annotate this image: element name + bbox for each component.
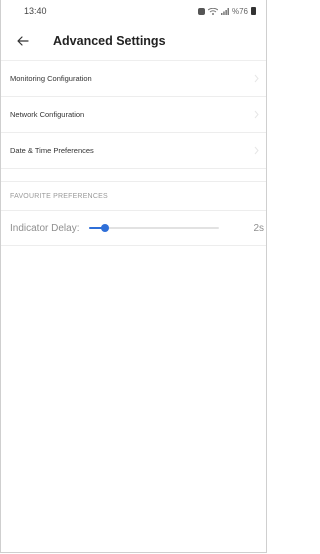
indicator-delay-label: Indicator Delay: bbox=[10, 222, 80, 234]
menu-item-label: Network Configuration bbox=[10, 110, 85, 119]
indicator-delay-row: Indicator Delay: 2s bbox=[1, 211, 266, 246]
battery-percent: %76 bbox=[231, 6, 248, 16]
arrow-left-icon bbox=[17, 36, 29, 46]
menu-item-monitoring-configuration[interactable]: Monitoring Configuration bbox=[1, 61, 266, 97]
settings-menu: Monitoring Configuration Network Configu… bbox=[1, 61, 266, 169]
menu-item-label: Date & Time Preferences bbox=[10, 146, 94, 155]
indicator-delay-value: 2s bbox=[253, 222, 264, 234]
chevron-right-icon bbox=[252, 110, 260, 120]
chevron-right-icon bbox=[252, 74, 260, 84]
app-bar: Advanced Settings bbox=[1, 22, 266, 61]
chevron-right-icon bbox=[252, 146, 260, 156]
back-button[interactable] bbox=[11, 29, 35, 53]
battery-icon bbox=[251, 7, 256, 15]
menu-item-network-configuration[interactable]: Network Configuration bbox=[1, 97, 266, 133]
section-spacer bbox=[1, 169, 266, 181]
notification-icon bbox=[197, 7, 205, 15]
menu-item-date-time-preferences[interactable]: Date & Time Preferences bbox=[1, 133, 266, 169]
indicator-delay-slider[interactable] bbox=[89, 221, 220, 235]
status-time: 13:40 bbox=[24, 6, 47, 16]
signal-icon bbox=[220, 7, 229, 15]
page-title: Advanced Settings bbox=[53, 34, 166, 48]
phone-screen: 13:40 %76 Advanced Settings Monitoring C… bbox=[0, 0, 267, 553]
status-icons: %76 bbox=[197, 6, 256, 16]
section-header-favourite-preferences: FAVOURITE PREFERENCES bbox=[1, 181, 266, 211]
status-bar: 13:40 %76 bbox=[1, 0, 266, 22]
menu-item-label: Monitoring Configuration bbox=[10, 74, 92, 83]
slider-thumb[interactable] bbox=[101, 224, 110, 232]
wifi-icon bbox=[207, 7, 218, 15]
